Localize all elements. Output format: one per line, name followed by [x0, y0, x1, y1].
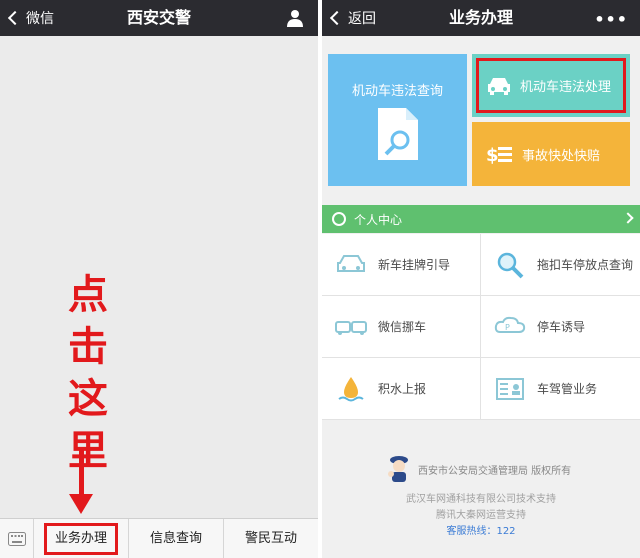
highlight-box: 业务办理 — [44, 523, 118, 555]
violation-handle-tile[interactable]: 机动车违法处理 — [472, 54, 630, 117]
parking-icon: P — [493, 312, 527, 342]
back-button[interactable]: 微信 — [6, 0, 54, 36]
right-nav-bar: 返回 业务办理 ••• — [322, 0, 640, 36]
left-nav-bar: 微信 西安交警 — [0, 0, 318, 36]
tile-label: 机动车违法查询 — [351, 84, 443, 99]
svg-text:P: P — [505, 323, 510, 332]
tile-label: 机动车违法处理 — [520, 80, 612, 95]
annotation-char: 里 — [68, 427, 108, 474]
grid-item-label: 积水上报 — [378, 382, 427, 396]
tab-label: 业务办理 — [54, 531, 107, 546]
footer-hotline[interactable]: 客服热线：122 — [322, 522, 640, 537]
annotation-text: 点 击 这 里 — [58, 270, 118, 478]
personal-center-bar[interactable]: 个人中心 — [322, 205, 640, 233]
footer-ops-support: 腾讯大秦网运营支持 — [436, 510, 526, 521]
footer-tech-support: 武汉车网通科技有限公司技术支持 — [406, 494, 556, 505]
annotation-char: 点 — [68, 271, 108, 318]
accident-tile[interactable]: $ 事故快处快赔 — [472, 122, 630, 186]
chevron-right-icon — [622, 212, 634, 224]
right-phone: 返回 业务办理 ••• 机动车违法查询 机动车违法处理 $ 事故快处快赔 个人中… — [322, 0, 640, 558]
bottom-tab-bar: 业务办理 信息查询 警民互动 — [0, 518, 318, 558]
screenshot-root: 微信 西安交警 点 击 这 里 业务办理 信息查询 警民互动 返回 业务办理 •… — [0, 0, 640, 558]
arrow-down-icon — [69, 494, 93, 514]
annotation-arrow — [79, 448, 84, 500]
violation-query-tile[interactable]: 机动车违法查询 — [328, 54, 467, 186]
person-icon[interactable] — [286, 9, 304, 27]
document-search-icon — [378, 108, 418, 160]
annotation-char: 击 — [68, 323, 108, 370]
gear-icon — [332, 212, 346, 226]
tab-police-interaction[interactable]: 警民互动 — [224, 519, 318, 558]
chevron-left-icon — [329, 10, 345, 26]
back-button[interactable]: 返回 — [328, 0, 376, 36]
car-icon — [334, 250, 368, 280]
grid-item-label: 微信挪车 — [378, 320, 427, 334]
annotation-char: 这 — [68, 375, 108, 422]
more-menu-button[interactable]: ••• — [594, 10, 628, 29]
back-label: 微信 — [26, 11, 54, 27]
tile-label: 事故快处快赔 — [522, 148, 601, 164]
cars-icon — [334, 312, 368, 342]
tab-business[interactable]: 业务办理 — [34, 519, 129, 558]
tab-info-query[interactable]: 信息查询 — [129, 519, 224, 558]
grid-item-label: 停车诱导 — [537, 320, 586, 334]
grid-item-water-report[interactable]: 积水上报 — [322, 358, 481, 420]
grid-item-label: 拖扣车停放点查询 — [537, 258, 634, 272]
police-mascot-icon — [388, 456, 408, 482]
car-icon — [488, 77, 510, 95]
keyboard-toggle-button[interactable] — [0, 519, 34, 558]
svg-text:$: $ — [486, 145, 499, 165]
grid-item-vehicle-license[interactable]: 车驾管业务 — [481, 358, 640, 420]
grid-item-new-car-plate[interactable]: 新车挂牌引导 — [322, 234, 481, 296]
footer-org: 西安市公安局交通管理局 版权所有 — [418, 466, 572, 477]
document-icon — [493, 374, 527, 404]
left-phone: 微信 西安交警 点 击 这 里 业务办理 信息查询 警民互动 — [0, 0, 318, 558]
money-icon: $ — [486, 145, 512, 165]
grid-item-label: 车驾管业务 — [537, 382, 598, 396]
tile-content: $ 事故快处快赔 — [486, 122, 600, 186]
tile-content: 机动车违法处理 — [486, 54, 611, 117]
water-drop-icon — [334, 374, 368, 404]
grid-item-label: 新车挂牌引导 — [378, 258, 451, 272]
service-grid: 新车挂牌引导 拖扣车停放点查询 微信挪车 P 停车诱导 积水上报 车驾管业务 — [322, 234, 640, 420]
grid-item-parking-guide[interactable]: P 停车诱导 — [481, 296, 640, 358]
back-label: 返回 — [348, 11, 376, 27]
section-label: 个人中心 — [354, 212, 403, 227]
grid-item-tow-query[interactable]: 拖扣车停放点查询 — [481, 234, 640, 296]
magnifier-icon — [493, 250, 527, 280]
chevron-left-icon — [7, 10, 23, 26]
keyboard-icon — [7, 532, 26, 546]
footer: 西安市公安局交通管理局 版权所有 武汉车网通科技有限公司技术支持 腾讯大秦网运营… — [322, 448, 640, 538]
grid-item-wechat-move-car[interactable]: 微信挪车 — [322, 296, 481, 358]
